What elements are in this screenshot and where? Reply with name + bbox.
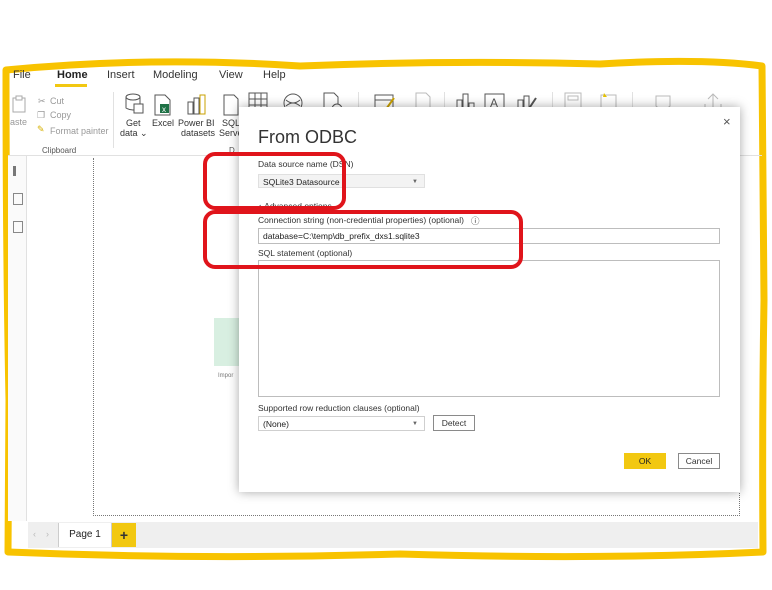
format-painter-icon[interactable]: ✎ — [37, 124, 45, 135]
import-card-text: Impor — [218, 373, 234, 379]
copy-icon[interactable]: ❐ — [37, 110, 45, 121]
cancel-button[interactable]: Cancel — [678, 453, 720, 469]
clipboard-group-label: Clipboard — [42, 146, 77, 155]
tab-view[interactable]: View — [219, 69, 243, 81]
sql-server-icon[interactable] — [222, 94, 240, 116]
import-data-card[interactable] — [214, 318, 240, 366]
next-page-icon[interactable]: › — [46, 529, 49, 539]
power-bi-datasets-icon[interactable] — [186, 94, 208, 116]
close-icon[interactable]: × — [723, 114, 731, 129]
report-view-icon[interactable] — [13, 166, 16, 176]
page-tab-bar — [28, 522, 758, 548]
row-reduction-dropdown[interactable]: (None) ▼ — [258, 416, 425, 431]
detect-button[interactable]: Detect — [433, 415, 475, 431]
dialog-title: From ODBC — [258, 127, 357, 147]
power-bi-label[interactable]: Power BI — [178, 118, 215, 128]
row-reduction-value: (None) — [263, 419, 289, 429]
excel-label[interactable]: Excel — [152, 118, 174, 128]
svg-text:x: x — [162, 105, 166, 114]
tab-modeling[interactable]: Modeling — [153, 69, 198, 81]
paste-label[interactable]: aste — [10, 117, 27, 127]
tab-insert[interactable]: Insert — [107, 69, 135, 81]
row-reduction-label: Supported row reduction clauses (optiona… — [258, 403, 420, 413]
tab-file[interactable]: File — [13, 69, 31, 81]
left-view-rail — [8, 156, 27, 521]
get-data-label[interactable]: Get — [126, 118, 141, 128]
tab-home[interactable]: Home — [57, 69, 88, 81]
page-tab-page1[interactable]: Page 1 — [58, 523, 112, 547]
sql-statement-textarea[interactable] — [258, 260, 720, 397]
get-data-icon[interactable] — [124, 92, 144, 116]
data-view-icon[interactable] — [13, 193, 23, 205]
sql-label[interactable]: SQL — [222, 118, 240, 128]
chevron-down-icon: ▼ — [412, 179, 418, 185]
ok-button[interactable]: OK — [624, 453, 666, 469]
prev-page-icon[interactable]: ‹ — [33, 529, 36, 539]
dsn-highlight-box — [203, 152, 346, 210]
chevron-down-icon: ▼ — [412, 421, 418, 427]
excel-icon[interactable]: x — [152, 94, 172, 116]
connection-string-highlight-box — [203, 210, 523, 269]
power-bi-label-2[interactable]: datasets — [181, 128, 215, 138]
cut-icon[interactable]: ✂ — [38, 96, 46, 107]
cut-button[interactable]: Cut — [50, 96, 64, 106]
paste-icon[interactable] — [12, 95, 26, 113]
copy-button[interactable]: Copy — [50, 110, 71, 120]
tab-help[interactable]: Help — [263, 69, 286, 81]
add-page-button[interactable]: + — [112, 523, 136, 547]
get-data-label-2[interactable]: data ⌄ — [120, 128, 148, 138]
model-view-icon[interactable] — [13, 221, 23, 233]
ribbon-separator — [113, 92, 114, 148]
format-painter-button[interactable]: Format painter — [50, 126, 109, 136]
home-tab-underline — [55, 84, 87, 87]
